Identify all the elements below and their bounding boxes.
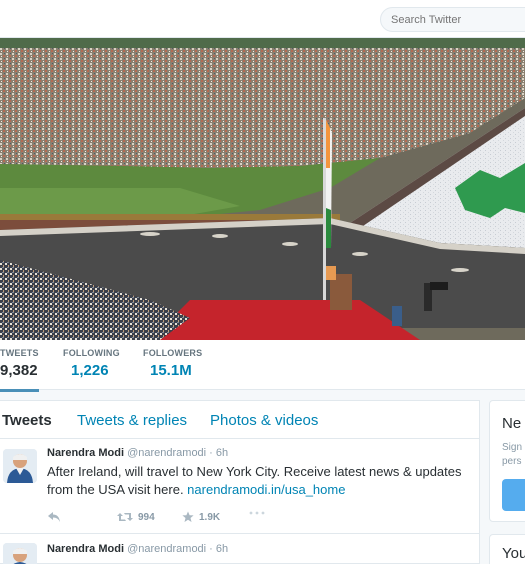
tab-photos-and-videos[interactable]: Photos & videos [210,412,318,429]
stat-tweets-label: TWEETS [0,348,39,358]
timeline-tabs: Tweets Tweets & replies Photos & videos [0,401,479,439]
signup-card: Ne Sign pers [489,400,525,522]
more-icon [249,511,265,515]
stat-following[interactable]: FOLLOWING 1,226 [63,348,120,379]
tab-tweets-and-replies[interactable]: Tweets & replies [77,412,187,429]
stat-following-label: FOLLOWING [63,348,120,358]
tweet-header: Narendra Modi @narendramodi · 6h [47,543,228,555]
reply-button[interactable] [47,511,61,523]
tweet-meta[interactable]: @narendramodi · 6h [127,447,228,459]
top-nav [0,0,525,38]
more-button[interactable] [249,511,265,515]
stat-tweets[interactable]: TWEETS 9,382 [0,348,39,392]
you-may-like-title: You [502,545,525,562]
tweet-author-name[interactable]: Narendra Modi [47,543,124,555]
tweet-author-name[interactable]: Narendra Modi [47,447,124,459]
tweet-header: Narendra Modi @narendramodi · 6h [47,447,228,459]
stat-followers-value: 15.1M [150,362,192,379]
like-count: 1.9K [199,511,221,523]
stat-tweets-value: 9,382 [0,362,38,379]
tab-tweets[interactable]: Tweets [2,412,52,429]
signup-card-title: Ne [502,415,522,432]
signup-card-text-1: Sign [502,442,523,453]
avatar[interactable] [3,449,37,483]
retweet-count: 994 [138,511,155,523]
tweet[interactable]: Narendra Modi @narendramodi · 6h After I… [0,439,480,534]
tweet-link[interactable]: narendramodi.in/usa_home [187,482,345,497]
profile-stats-bar: TWEETS 9,382 FOLLOWING 1,226 FOLLOWERS 1… [0,340,525,392]
signup-card-text-2: pers [502,456,522,467]
retweet-button[interactable]: 994 [117,511,155,523]
signup-button[interactable] [502,479,525,511]
tweet[interactable]: Narendra Modi @narendramodi · 6h [0,535,480,564]
stat-followers-label: FOLLOWERS [143,348,203,358]
you-may-like-card: You [489,534,525,564]
star-icon [182,511,194,522]
timeline: Tweets Tweets & replies Photos & videos … [0,400,480,564]
profile-header-photo [0,38,525,340]
like-button[interactable]: 1.9K [182,511,220,523]
tweet-meta[interactable]: @narendramodi · 6h [127,543,228,555]
avatar[interactable] [3,543,37,564]
reply-icon [48,512,60,522]
retweet-icon [117,513,133,521]
tweet-text: After Ireland, will travel to New York C… [47,463,467,499]
stat-followers[interactable]: FOLLOWERS 15.1M [143,348,202,379]
search-input[interactable] [380,7,525,32]
stat-following-value: 1,226 [71,362,109,379]
